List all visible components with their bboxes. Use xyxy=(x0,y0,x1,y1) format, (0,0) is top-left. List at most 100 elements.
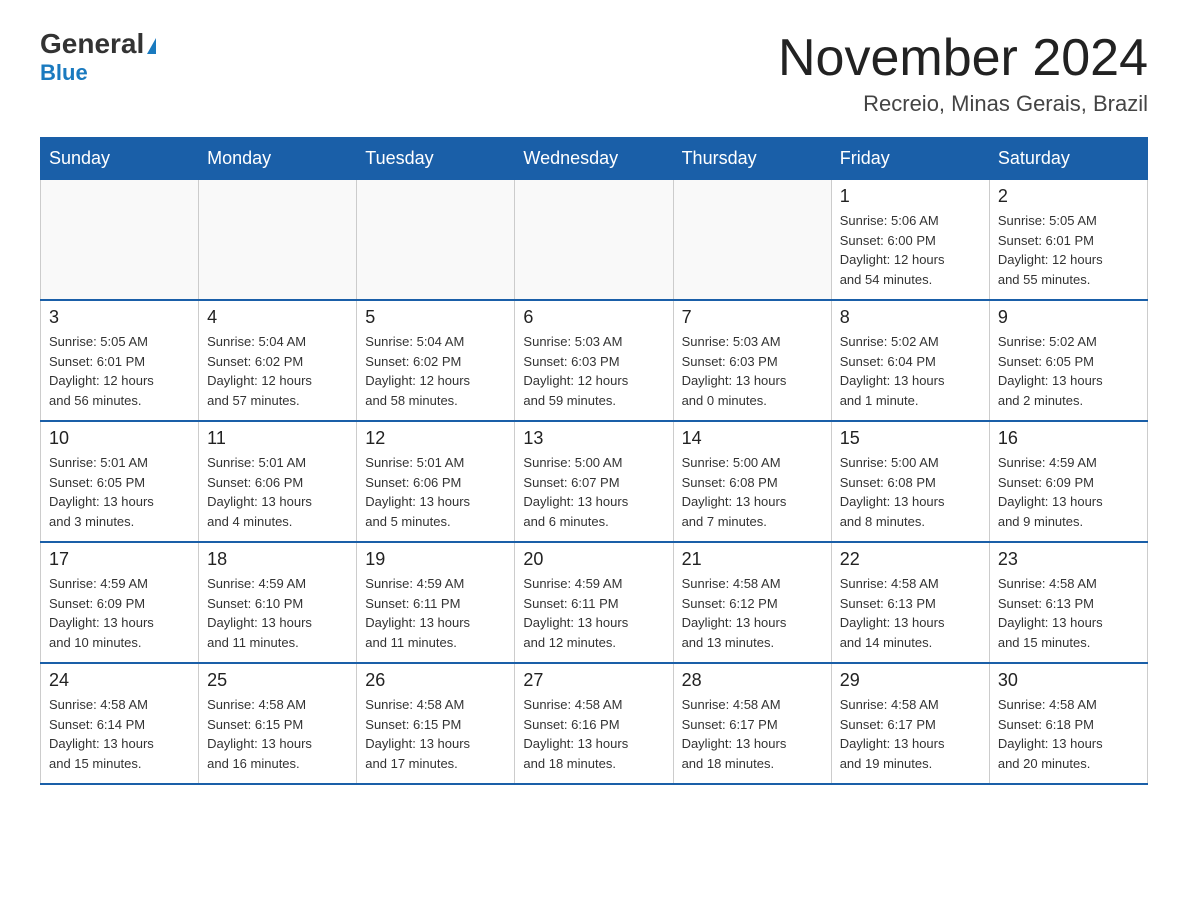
day-number: 19 xyxy=(365,549,506,570)
day-number: 6 xyxy=(523,307,664,328)
day-info: Sunrise: 5:05 AM Sunset: 6:01 PM Dayligh… xyxy=(998,211,1139,289)
day-number: 21 xyxy=(682,549,823,570)
logo: General Blue xyxy=(40,30,156,86)
day-info: Sunrise: 4:58 AM Sunset: 6:18 PM Dayligh… xyxy=(998,695,1139,773)
day-info: Sunrise: 4:58 AM Sunset: 6:13 PM Dayligh… xyxy=(840,574,981,652)
day-info: Sunrise: 5:06 AM Sunset: 6:00 PM Dayligh… xyxy=(840,211,981,289)
weekday-header-monday: Monday xyxy=(199,138,357,180)
calendar-cell: 30 Sunrise: 4:58 AM Sunset: 6:18 PM Dayli… xyxy=(989,663,1147,784)
calendar-cell xyxy=(515,180,673,301)
logo-text: General xyxy=(40,30,156,58)
page-header: General Blue November 2024 Recreio, Mina… xyxy=(40,30,1148,117)
day-number: 22 xyxy=(840,549,981,570)
day-number: 14 xyxy=(682,428,823,449)
day-info: Sunrise: 5:02 AM Sunset: 6:04 PM Dayligh… xyxy=(840,332,981,410)
day-number: 11 xyxy=(207,428,348,449)
page-title: November 2024 xyxy=(778,30,1148,87)
day-info: Sunrise: 5:05 AM Sunset: 6:01 PM Dayligh… xyxy=(49,332,190,410)
calendar-week-row: 17 Sunrise: 4:59 AM Sunset: 6:09 PM Dayli… xyxy=(41,542,1148,663)
calendar-cell: 17 Sunrise: 4:59 AM Sunset: 6:09 PM Dayli… xyxy=(41,542,199,663)
calendar-cell: 7 Sunrise: 5:03 AM Sunset: 6:03 PM Daylig… xyxy=(673,300,831,421)
calendar-cell xyxy=(357,180,515,301)
day-info: Sunrise: 5:04 AM Sunset: 6:02 PM Dayligh… xyxy=(365,332,506,410)
day-info: Sunrise: 4:59 AM Sunset: 6:09 PM Dayligh… xyxy=(998,453,1139,531)
day-number: 17 xyxy=(49,549,190,570)
day-number: 13 xyxy=(523,428,664,449)
day-info: Sunrise: 4:59 AM Sunset: 6:09 PM Dayligh… xyxy=(49,574,190,652)
day-number: 25 xyxy=(207,670,348,691)
calendar-cell: 27 Sunrise: 4:58 AM Sunset: 6:16 PM Dayli… xyxy=(515,663,673,784)
calendar-cell xyxy=(199,180,357,301)
day-number: 15 xyxy=(840,428,981,449)
day-info: Sunrise: 4:58 AM Sunset: 6:16 PM Dayligh… xyxy=(523,695,664,773)
day-number: 20 xyxy=(523,549,664,570)
weekday-header-saturday: Saturday xyxy=(989,138,1147,180)
title-area: November 2024 Recreio, Minas Gerais, Bra… xyxy=(778,30,1148,117)
day-number: 7 xyxy=(682,307,823,328)
calendar-table: SundayMondayTuesdayWednesdayThursdayFrid… xyxy=(40,137,1148,785)
calendar-cell: 10 Sunrise: 5:01 AM Sunset: 6:05 PM Dayli… xyxy=(41,421,199,542)
calendar-cell: 2Sunrise: 5:05 AM Sunset: 6:01 PM Daylig… xyxy=(989,180,1147,301)
day-info: Sunrise: 5:00 AM Sunset: 6:08 PM Dayligh… xyxy=(682,453,823,531)
logo-blue: Blue xyxy=(40,60,88,86)
calendar-cell: 21 Sunrise: 4:58 AM Sunset: 6:12 PM Dayli… xyxy=(673,542,831,663)
day-number: 18 xyxy=(207,549,348,570)
calendar-week-row: 24 Sunrise: 4:58 AM Sunset: 6:14 PM Dayli… xyxy=(41,663,1148,784)
day-number: 9 xyxy=(998,307,1139,328)
day-info: Sunrise: 4:58 AM Sunset: 6:15 PM Dayligh… xyxy=(365,695,506,773)
calendar-cell: 9 Sunrise: 5:02 AM Sunset: 6:05 PM Daylig… xyxy=(989,300,1147,421)
day-info: Sunrise: 4:58 AM Sunset: 6:17 PM Dayligh… xyxy=(682,695,823,773)
day-number: 28 xyxy=(682,670,823,691)
day-number: 4 xyxy=(207,307,348,328)
calendar-cell: 24 Sunrise: 4:58 AM Sunset: 6:14 PM Dayli… xyxy=(41,663,199,784)
calendar-cell: 19 Sunrise: 4:59 AM Sunset: 6:11 PM Dayli… xyxy=(357,542,515,663)
calendar-cell: 5Sunrise: 5:04 AM Sunset: 6:02 PM Daylig… xyxy=(357,300,515,421)
day-number: 27 xyxy=(523,670,664,691)
day-info: Sunrise: 5:01 AM Sunset: 6:05 PM Dayligh… xyxy=(49,453,190,531)
calendar-cell: 12 Sunrise: 5:01 AM Sunset: 6:06 PM Dayli… xyxy=(357,421,515,542)
weekday-header-row: SundayMondayTuesdayWednesdayThursdayFrid… xyxy=(41,138,1148,180)
calendar-cell: 23Sunrise: 4:58 AM Sunset: 6:13 PM Dayli… xyxy=(989,542,1147,663)
weekday-header-wednesday: Wednesday xyxy=(515,138,673,180)
calendar-cell: 8Sunrise: 5:02 AM Sunset: 6:04 PM Daylig… xyxy=(831,300,989,421)
calendar-cell: 13 Sunrise: 5:00 AM Sunset: 6:07 PM Dayli… xyxy=(515,421,673,542)
calendar-cell: 26 Sunrise: 4:58 AM Sunset: 6:15 PM Dayli… xyxy=(357,663,515,784)
calendar-cell: 29Sunrise: 4:58 AM Sunset: 6:17 PM Dayli… xyxy=(831,663,989,784)
calendar-cell: 11Sunrise: 5:01 AM Sunset: 6:06 PM Dayli… xyxy=(199,421,357,542)
day-info: Sunrise: 5:03 AM Sunset: 6:03 PM Dayligh… xyxy=(523,332,664,410)
calendar-cell: 28 Sunrise: 4:58 AM Sunset: 6:17 PM Dayli… xyxy=(673,663,831,784)
day-number: 16 xyxy=(998,428,1139,449)
calendar-cell: 3 Sunrise: 5:05 AM Sunset: 6:01 PM Daylig… xyxy=(41,300,199,421)
calendar-week-row: 1 Sunrise: 5:06 AM Sunset: 6:00 PM Daylig… xyxy=(41,180,1148,301)
day-number: 1 xyxy=(840,186,981,207)
day-info: Sunrise: 5:01 AM Sunset: 6:06 PM Dayligh… xyxy=(365,453,506,531)
calendar-cell: 20Sunrise: 4:59 AM Sunset: 6:11 PM Dayli… xyxy=(515,542,673,663)
calendar-body: 1 Sunrise: 5:06 AM Sunset: 6:00 PM Daylig… xyxy=(41,180,1148,785)
day-number: 3 xyxy=(49,307,190,328)
weekday-header-tuesday: Tuesday xyxy=(357,138,515,180)
day-info: Sunrise: 4:58 AM Sunset: 6:12 PM Dayligh… xyxy=(682,574,823,652)
page-subtitle: Recreio, Minas Gerais, Brazil xyxy=(778,91,1148,117)
weekday-header-friday: Friday xyxy=(831,138,989,180)
day-info: Sunrise: 4:59 AM Sunset: 6:11 PM Dayligh… xyxy=(365,574,506,652)
calendar-cell: 14 Sunrise: 5:00 AM Sunset: 6:08 PM Dayli… xyxy=(673,421,831,542)
day-info: Sunrise: 4:58 AM Sunset: 6:17 PM Dayligh… xyxy=(840,695,981,773)
weekday-header-thursday: Thursday xyxy=(673,138,831,180)
day-number: 24 xyxy=(49,670,190,691)
day-number: 10 xyxy=(49,428,190,449)
day-info: Sunrise: 5:00 AM Sunset: 6:07 PM Dayligh… xyxy=(523,453,664,531)
calendar-cell: 15 Sunrise: 5:00 AM Sunset: 6:08 PM Dayli… xyxy=(831,421,989,542)
calendar-cell xyxy=(41,180,199,301)
day-number: 12 xyxy=(365,428,506,449)
calendar-cell xyxy=(673,180,831,301)
day-number: 30 xyxy=(998,670,1139,691)
calendar-cell: 1 Sunrise: 5:06 AM Sunset: 6:00 PM Daylig… xyxy=(831,180,989,301)
day-info: Sunrise: 5:03 AM Sunset: 6:03 PM Dayligh… xyxy=(682,332,823,410)
calendar-cell: 18Sunrise: 4:59 AM Sunset: 6:10 PM Dayli… xyxy=(199,542,357,663)
day-info: Sunrise: 5:02 AM Sunset: 6:05 PM Dayligh… xyxy=(998,332,1139,410)
calendar-week-row: 3 Sunrise: 5:05 AM Sunset: 6:01 PM Daylig… xyxy=(41,300,1148,421)
day-info: Sunrise: 5:00 AM Sunset: 6:08 PM Dayligh… xyxy=(840,453,981,531)
calendar-header: SundayMondayTuesdayWednesdayThursdayFrid… xyxy=(41,138,1148,180)
day-info: Sunrise: 4:58 AM Sunset: 6:14 PM Dayligh… xyxy=(49,695,190,773)
day-number: 26 xyxy=(365,670,506,691)
